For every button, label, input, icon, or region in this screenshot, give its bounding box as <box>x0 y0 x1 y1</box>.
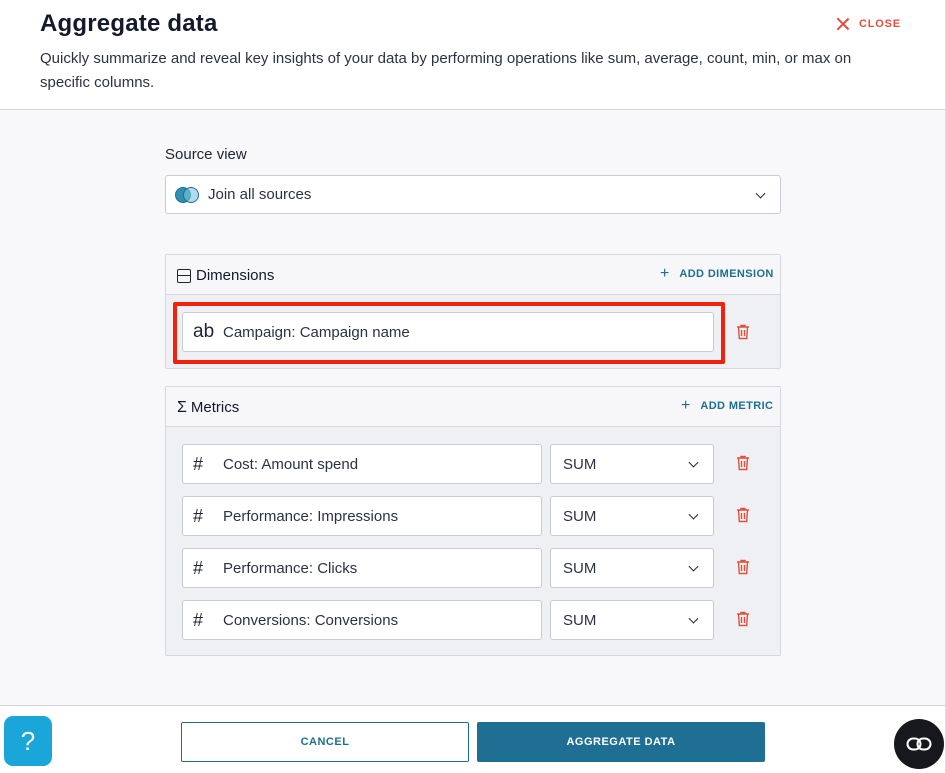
close-button[interactable]: CLOSE <box>836 17 901 31</box>
aggregate-data-button[interactable]: AGGREGATE DATA <box>477 722 765 762</box>
aggregation-value: SUM <box>563 507 597 525</box>
cancel-button[interactable]: CANCEL <box>181 722 469 762</box>
chevron-down-icon <box>688 561 699 572</box>
chevron-down-icon <box>688 613 699 624</box>
aggregation-select[interactable]: SUM <box>550 496 714 536</box>
number-type-icon: # <box>193 609 204 630</box>
metric-field[interactable]: # Performance: Clicks <box>182 548 542 588</box>
trash-icon[interactable] <box>736 611 750 627</box>
add-metric-button[interactable]: + ADD METRIC <box>681 397 773 414</box>
source-view-label: Source view <box>165 146 247 163</box>
help-button[interactable]: ? <box>4 716 52 766</box>
text-type-icon: ab <box>193 321 215 342</box>
metric-field[interactable]: # Cost: Amount spend <box>182 444 542 484</box>
dimension-field[interactable]: ab Campaign: Campaign name <box>182 312 714 352</box>
metric-value: Performance: Impressions <box>223 507 399 525</box>
aggregation-select[interactable]: SUM <box>550 548 714 588</box>
trash-icon[interactable] <box>736 559 750 575</box>
trash-icon[interactable] <box>736 507 750 523</box>
join-sources-icon <box>175 186 201 204</box>
chevron-down-icon <box>688 457 699 468</box>
plus-icon: + <box>660 265 670 282</box>
chevron-down-icon <box>688 509 699 520</box>
close-icon <box>836 17 850 31</box>
link-icon <box>906 737 932 751</box>
dimensions-title: Dimensions <box>196 267 275 284</box>
aggregation-value: SUM <box>563 559 597 577</box>
aggregation-value: SUM <box>563 455 597 473</box>
dimensions-header: Dimensions + ADD DIMENSION <box>166 255 780 295</box>
modal-footer <box>0 705 945 773</box>
metrics-title: Metrics <box>190 399 240 416</box>
modal-header: Aggregate data Quickly summarize and rev… <box>0 0 945 110</box>
dimension-icon <box>177 268 191 283</box>
sigma-icon: Σ <box>177 398 187 416</box>
source-view-value: Join all sources <box>208 186 312 203</box>
chat-widget-button[interactable] <box>894 719 944 769</box>
metric-value: Performance: Clicks <box>223 559 358 577</box>
help-label: ? <box>20 725 36 756</box>
add-dimension-button[interactable]: + ADD DIMENSION <box>660 265 774 282</box>
metric-field[interactable]: # Conversions: Conversions <box>182 600 542 640</box>
close-label: CLOSE <box>859 18 901 30</box>
metric-value: Conversions: Conversions <box>223 611 399 629</box>
trash-icon[interactable] <box>736 455 750 471</box>
number-type-icon: # <box>193 453 204 474</box>
plus-icon: + <box>681 397 691 414</box>
trash-icon[interactable] <box>736 324 750 340</box>
aggregation-value: SUM <box>563 611 597 629</box>
source-view-select[interactable]: Join all sources <box>165 175 781 214</box>
number-type-icon: # <box>193 505 204 526</box>
page-subtitle: Quickly summarize and reveal key insight… <box>40 50 852 91</box>
page-title: Aggregate data <box>40 10 218 37</box>
metric-field[interactable]: # Performance: Impressions <box>182 496 542 536</box>
metric-value: Cost: Amount spend <box>223 455 359 473</box>
number-type-icon: # <box>193 557 204 578</box>
chevron-down-icon <box>755 188 766 199</box>
aggregation-select[interactable]: SUM <box>550 600 714 640</box>
dimension-value: Campaign: Campaign name <box>223 323 410 341</box>
metrics-header: Σ Metrics + ADD METRIC <box>166 387 780 427</box>
aggregation-select[interactable]: SUM <box>550 444 714 484</box>
